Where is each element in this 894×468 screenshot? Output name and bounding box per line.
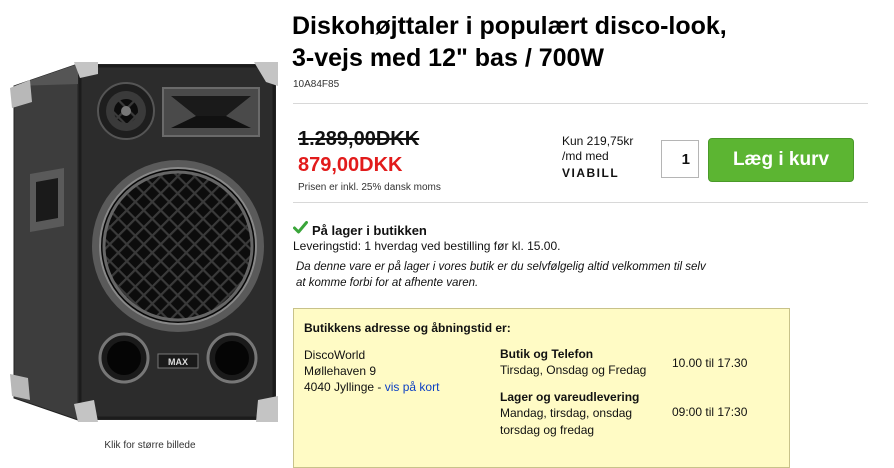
- vat-note: Prisen er inkl. 25% dansk moms: [298, 182, 441, 193]
- warehouse-days-line2: torsdag og fredag: [500, 423, 595, 437]
- shop-hours-heading: Butik og Telefon: [500, 347, 594, 361]
- viabill-logo: VIABILL: [562, 166, 620, 180]
- store-street: Møllehaven 9: [304, 364, 377, 378]
- stock-note: Da denne vare er på lager i vores butik …: [296, 259, 796, 291]
- checkmark-icon: [293, 221, 308, 239]
- shop-days: Tirsdag, Onsdag og Fredag: [500, 363, 647, 377]
- sale-price: 879,00DKK: [298, 154, 403, 176]
- product-title-line2: 3-vejs med 12" bas / 700W: [292, 44, 605, 72]
- product-image[interactable]: MAX: [8, 56, 284, 428]
- product-title-line1: Diskohøjttaler i populært disco-look,: [292, 12, 727, 40]
- viabill-line1: Kun 219,75kr: [562, 134, 634, 148]
- stock-status-label: På lager i butikken: [312, 222, 427, 238]
- quantity-input[interactable]: [661, 140, 699, 178]
- viabill-installment: Kun 219,75kr /md med: [562, 134, 633, 164]
- stock-note-line2: at komme forbi for at afhente varen.: [296, 277, 479, 289]
- shop-hours: 10.00 til 17.30: [672, 356, 748, 370]
- warehouse-hours-heading: Lager og vareudlevering: [500, 390, 640, 404]
- store-info-heading: Butikkens adresse og åbningstid er:: [304, 321, 511, 335]
- store-name: DiscoWorld: [304, 348, 366, 362]
- delivery-time: Leveringstid: 1 hverdag ved bestilling f…: [293, 239, 561, 253]
- product-sku: 10A84F85: [293, 79, 340, 90]
- viabill-line2: /md med: [562, 149, 609, 163]
- speaker-brand-logo: MAX: [168, 357, 188, 367]
- divider-top: [293, 103, 868, 104]
- warehouse-days-line1: Mandag, tirsdag, onsdag: [500, 406, 633, 420]
- warehouse-hours: 09:00 til 17:30: [672, 405, 748, 419]
- product-title: Diskohøjttaler i populært disco-look, 3-…: [292, 10, 882, 74]
- store-city-line: 4040 Jyllinge - vis på kort: [304, 380, 439, 394]
- add-to-cart-button[interactable]: Læg i kurv: [708, 138, 854, 182]
- stock-status: På lager i butikken: [293, 221, 427, 239]
- map-link[interactable]: vis på kort: [385, 380, 440, 394]
- old-price: 1.289,00DKK: [298, 128, 420, 150]
- stock-note-line1: Da denne vare er på lager i vores butik …: [296, 261, 706, 273]
- image-caption[interactable]: Klik for større billede: [0, 440, 300, 451]
- divider-price: [293, 202, 868, 203]
- store-city: 4040 Jyllinge -: [304, 380, 385, 394]
- store-info-box: Butikkens adresse og åbningstid er: Disc…: [293, 308, 790, 468]
